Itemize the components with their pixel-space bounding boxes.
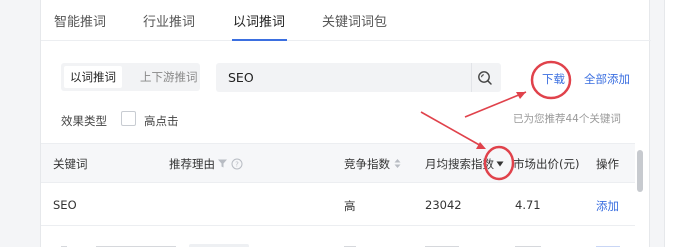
recommend-count-note: 已为您推荐44个关键词 [513,113,621,125]
cell-bid: 4.71 [515,198,541,212]
sort-icon[interactable] [394,158,401,169]
mode-by-word[interactable]: 以词推词 [64,66,122,88]
tab-keyword-pack[interactable]: 关键词词包 [322,11,387,30]
search-box[interactable]: SEO [216,63,501,92]
col-reason: 推荐理由 [169,157,215,171]
tab-bar: 智能推词 行业推词 以词推词 关键词词包 [41,0,651,41]
add-keyword-button[interactable]: 添加 [596,198,619,214]
keyword-recommend-page: 智能推词 行业推词 以词推词 关键词词包 以词推词 上下游推词 SEO 下载 全… [0,0,682,247]
search-divider [471,63,472,92]
col-monthly-search[interactable]: 月均搜索指数 [425,156,494,172]
search-icon[interactable] [475,68,495,88]
adjacent-panel-edge [664,0,682,247]
tab-by-word[interactable]: 以词推词 [233,11,285,30]
tab-industry[interactable]: 行业推词 [143,11,195,30]
cell-keyword: SEO [53,198,77,212]
table-header: 关键词 推荐理由 ? 竞争指数 月均搜索指数 市场出价(元) 操作 [41,143,635,183]
add-all-button[interactable]: 全部添加 [584,71,630,87]
high-click-label[interactable]: 高点击 [144,113,179,129]
sort-desc-icon[interactable] [496,160,504,168]
effect-type-label: 效果类型 [61,114,107,128]
cell-competition: 高 [344,199,356,213]
col-operation: 操作 [596,157,619,171]
next-row-partial [61,236,641,247]
high-click-checkbox[interactable] [121,111,136,126]
table-scrollbar[interactable] [637,150,643,192]
col-market-bid: 市场出价(元) [513,157,580,171]
filter-icon[interactable] [217,158,228,169]
col-keyword: 关键词 [53,157,88,171]
table-row: SEO 高 23042 4.71 添加 [41,184,635,226]
cell-monthly-search: 23042 [425,198,462,212]
mode-toggle: 以词推词 上下游推词 [61,63,200,91]
recommend-panel: 智能推词 行业推词 以词推词 关键词词包 以词推词 上下游推词 SEO 下载 全… [40,0,651,247]
col-competition[interactable]: 竞争指数 [344,156,390,172]
help-icon[interactable]: ? [231,158,243,170]
svg-text:?: ? [235,161,239,169]
mode-upstream-downstream[interactable]: 上下游推词 [134,66,204,88]
download-button[interactable]: 下载 [542,71,565,87]
active-tab-indicator [232,39,287,41]
tab-smart[interactable]: 智能推词 [54,11,106,30]
search-input[interactable]: SEO [228,70,254,85]
